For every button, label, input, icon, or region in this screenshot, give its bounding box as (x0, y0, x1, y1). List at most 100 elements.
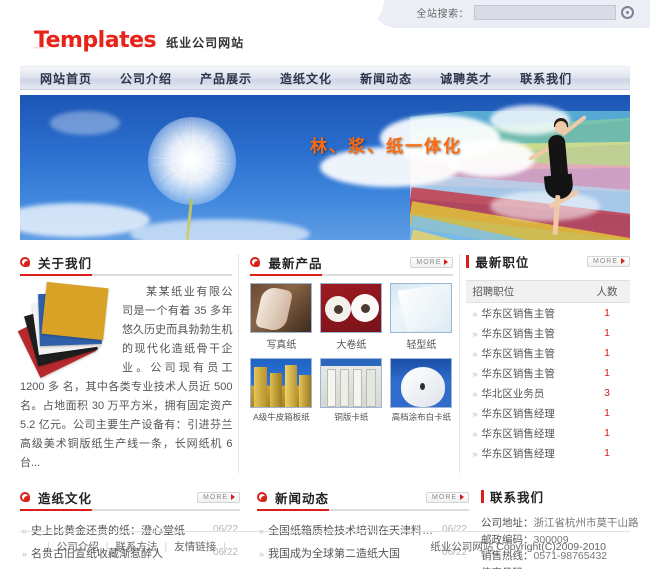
job-position: » 华东区销售主管 (472, 307, 555, 320)
footer-link-friends[interactable]: 友情链接 (174, 539, 216, 554)
job-row[interactable]: » 华东区销售经理 1 (466, 423, 630, 443)
chevron-double-right-icon: » (472, 368, 478, 379)
nav-item-culture[interactable]: 造纸文化 (266, 70, 346, 87)
search-gear-icon[interactable] (621, 6, 634, 19)
site-logo[interactable]: Templates 纸业公司网站 (34, 28, 244, 53)
chevron-double-right-icon: » (472, 448, 478, 459)
job-row[interactable]: » 华东区销售主管 1 (466, 363, 630, 383)
jobs-more-button[interactable]: MORE (586, 255, 630, 267)
products-grid: 写真纸 大卷纸 轻型纸 A级牛皮箱板纸 铜版卡纸 高档涂布白卡纸 (250, 283, 453, 423)
about-body: 某某纸业有限公司是一个有着 35 多年悠久历史而具勃勃生机的现代化造纸骨干企业。… (17, 281, 232, 473)
products-title: 最新产品 (268, 256, 323, 271)
bullet-circle-icon (250, 257, 261, 267)
about-title: 关于我们 (38, 256, 93, 271)
job-row[interactable]: » 华东区销售主管 1 (466, 343, 630, 363)
news-more-button[interactable]: MORE (426, 491, 470, 503)
job-row[interactable]: » 华东区销售经理 1 (466, 403, 630, 423)
culture-title: 造纸文化 (38, 491, 93, 506)
product-thumbnail (320, 283, 383, 333)
logo-text: Templates (34, 28, 157, 53)
contact-line: 传真号码：0573-12345678 (481, 565, 639, 569)
job-count: 1 (604, 407, 610, 419)
footer-link-contact[interactable]: 联系方法 (115, 539, 157, 554)
column-divider (459, 254, 461, 473)
contact-header: 联系我们 (481, 485, 639, 507)
dancer-image (526, 109, 592, 237)
job-row[interactable]: » 华北区业务员 3 (466, 383, 630, 403)
culture-more-button[interactable]: MORE (197, 491, 241, 503)
footer-separator: | (47, 540, 50, 553)
cloud-shape (130, 219, 310, 240)
accent-bar (481, 489, 485, 503)
products-more-button[interactable]: MORE (410, 256, 454, 268)
about-header: 关于我们 (20, 250, 232, 274)
job-row[interactable]: » 华东区销售经理 1 (466, 443, 630, 463)
products-header: 最新产品 MORE (250, 250, 454, 274)
product-name: 铜版卡纸 (334, 412, 369, 422)
hero-banner[interactable]: 林、浆、纸一体化 (20, 95, 630, 240)
jobs-col-position: 招聘职位 (472, 286, 515, 298)
nav-item-about[interactable]: 公司介绍 (106, 70, 186, 87)
product-thumbnail (390, 358, 453, 408)
product-card[interactable]: 写真纸 (250, 283, 313, 351)
nav-item-news[interactable]: 新闻动态 (346, 70, 426, 87)
footer-separator: | (223, 540, 226, 553)
product-name: 大卷纸 (336, 340, 367, 351)
job-count: 1 (604, 427, 610, 439)
section-rule (20, 274, 233, 276)
search-label: 全站搜索： (416, 9, 469, 20)
news-header: 新闻动态 MORE (257, 485, 470, 509)
product-card[interactable]: A级牛皮箱板纸 (250, 358, 313, 423)
contact-title: 联系我们 (490, 490, 545, 505)
dandelion-image (148, 117, 244, 213)
job-row[interactable]: » 华东区销售主管 1 (466, 303, 630, 323)
job-position: » 华东区销售主管 (472, 367, 555, 380)
logo-subtitle: 纸业公司网站 (166, 36, 245, 50)
product-card[interactable]: 高档涂布白卡纸 (390, 358, 453, 423)
page-footer: | 公司介绍 | 联系方法 | 友情链接 | 纸业公司网站 Copyright(… (20, 531, 630, 561)
accent-bar (466, 254, 470, 268)
job-count: 1 (604, 367, 610, 379)
nav-item-home[interactable]: 网站首页 (20, 70, 106, 87)
chevron-double-right-icon: » (472, 328, 478, 339)
contact-value: 浙江省杭州市莫干山路 (533, 517, 639, 529)
main-navigation: 网站首页 公司介绍 产品展示 造纸文化 新闻动态 诚聘英才 联系我们 (20, 66, 630, 90)
job-position: » 华东区销售主管 (472, 327, 555, 340)
bullet-circle-icon (20, 492, 30, 502)
job-count: 1 (604, 327, 610, 339)
news-title: 新闻动态 (275, 491, 330, 506)
job-count: 1 (604, 307, 610, 319)
footer-link-about[interactable]: 公司介绍 (57, 539, 99, 554)
bullet-circle-icon (20, 257, 30, 267)
news-item[interactable]: »贵州包装行业2015年产值超百亿06/22 (257, 564, 469, 569)
column-divider (238, 254, 240, 473)
nav-item-contact[interactable]: 联系我们 (506, 70, 586, 87)
jobs-title: 最新职位 (475, 255, 530, 270)
chevron-double-right-icon: » (472, 428, 478, 439)
job-count: 1 (604, 347, 610, 359)
jobs-table-header: 招聘职位 人数 (466, 280, 630, 303)
nav-item-products[interactable]: 产品展示 (186, 70, 266, 87)
bullet-circle-icon (257, 492, 268, 502)
chevron-right-icon (444, 259, 449, 265)
banner-slogan: 林、浆、纸一体化 (310, 137, 462, 156)
more-label: MORE (432, 493, 458, 501)
product-card[interactable]: 大卷纸 (320, 283, 383, 351)
culture-item[interactable]: »傣族古老民间造纸术传女不传男06/22 (20, 564, 240, 569)
footer-separator: | (164, 540, 168, 553)
chevron-right-icon (231, 494, 236, 500)
job-row[interactable]: » 华东区销售主管 1 (466, 323, 630, 343)
more-label: MORE (203, 493, 229, 501)
jobs-col-count: 人数 (596, 286, 618, 298)
product-card[interactable]: 轻型纸 (390, 283, 453, 351)
paper-sheets-image (17, 281, 114, 378)
product-thumbnail (250, 358, 313, 408)
footer-separator: | (105, 540, 109, 553)
search-input[interactable] (474, 5, 616, 20)
more-label: MORE (416, 258, 442, 266)
nav-item-careers[interactable]: 诚聘英才 (426, 70, 506, 87)
jobs-header: 最新职位 MORE (466, 250, 630, 272)
page-root: 全站搜索： Templates 纸业公司网站 Templates 网站首页 公司… (0, 0, 650, 569)
job-count: 1 (604, 447, 610, 459)
product-card[interactable]: 铜版卡纸 (320, 358, 383, 423)
